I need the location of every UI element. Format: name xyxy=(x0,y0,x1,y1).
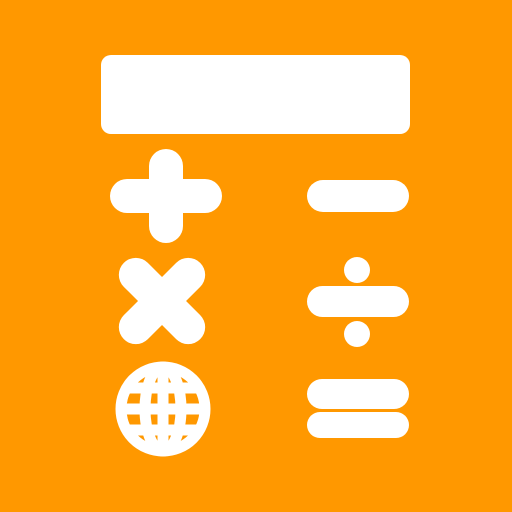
minus-icon xyxy=(307,180,409,212)
display-screen-icon xyxy=(101,55,410,134)
globe-icon xyxy=(115,361,211,457)
calculator-app-icon-svg xyxy=(0,0,512,512)
calculator-app-icon xyxy=(0,0,512,512)
equals-icon xyxy=(307,379,409,438)
